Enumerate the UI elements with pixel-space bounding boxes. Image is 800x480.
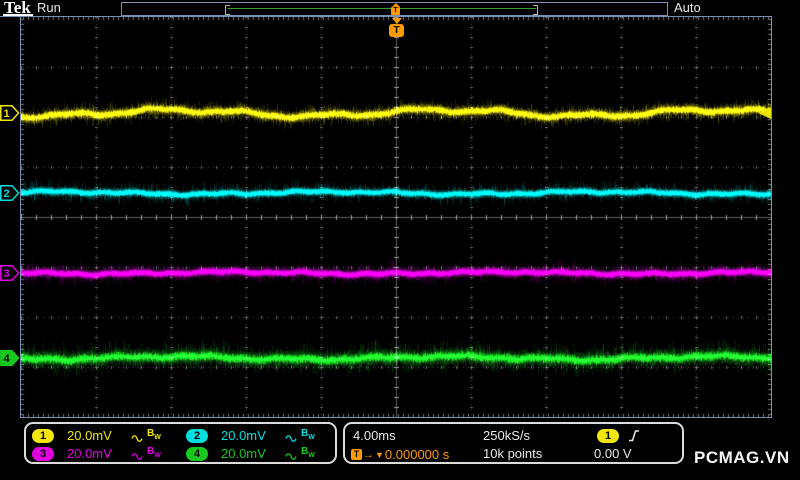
channel-readout-3: 3 20.0mV BW	[32, 446, 161, 461]
acquisition-status: Run	[37, 0, 61, 15]
channel-marker-3: 3	[0, 265, 20, 281]
channel-4-badge: 4	[186, 446, 208, 461]
trigger-position-marker: T	[388, 18, 405, 37]
bandwidth-limit-icon: BW	[301, 445, 315, 459]
channel-4-scale: 20.0mV	[221, 445, 266, 461]
channel-marker-4: 4	[0, 350, 20, 366]
channel-readout-box: 1 20.0mV BW 2 20.0mV BW 3 20.0mV BW 4 20…	[24, 422, 337, 464]
trigger-t-icon: T	[351, 449, 362, 460]
record-length: 10k points	[483, 446, 543, 461]
channel-1-badge: 1	[32, 428, 54, 443]
channel-2-badge: 2	[186, 428, 208, 443]
channel-1-number: 1	[4, 108, 10, 120]
ac-coupling-icon	[131, 452, 143, 460]
channel-readout-2: 2 20.0mV BW	[186, 428, 315, 443]
channel-4-indicators: BW	[285, 445, 315, 461]
ch1-right-edge-arrow-icon	[758, 107, 771, 119]
tek-logo: Tek	[4, 0, 31, 17]
channel-3-badge: 3	[32, 446, 54, 461]
bandwidth-limit-icon: BW	[147, 427, 161, 441]
window-bracket-left-icon	[225, 5, 230, 15]
trigger-position-readout: T → ▼ 0.000000 s	[351, 447, 449, 462]
trigger-mode-label: Auto	[674, 0, 701, 15]
channel-2-number: 2	[4, 188, 10, 200]
ac-coupling-icon	[285, 452, 297, 460]
trigger-t-icon: T	[391, 7, 400, 15]
channel-2-scale: 20.0mV	[221, 427, 266, 443]
sample-rate: 250kS/s	[483, 428, 530, 443]
ac-coupling-icon	[285, 434, 297, 442]
waveform-canvas	[21, 17, 771, 417]
arrow-right-icon: →	[363, 448, 374, 461]
ac-coupling-icon	[131, 434, 143, 442]
horizontal-trigger-readout-box: 4.00ms 250kS/s 1 T → ▼ 0.000000 s 10k po…	[343, 422, 684, 464]
channel-1-indicators: BW	[131, 427, 161, 443]
trigger-position-bar-icon: T	[390, 3, 401, 15]
triangle-down-icon: ▼	[375, 449, 384, 460]
channel-3-indicators: BW	[131, 445, 161, 461]
oscilloscope-screen: Tek Run T Auto T 1 2 3 4 1 20.0mV BW 2 2…	[0, 0, 800, 480]
channel-4-number: 4	[4, 353, 11, 365]
channel-3-number: 3	[4, 268, 10, 280]
channel-readout-4: 4 20.0mV BW	[186, 446, 315, 461]
channel-2-indicators: BW	[285, 427, 315, 443]
channel-marker-1: 1	[0, 105, 20, 121]
rising-edge-icon	[629, 430, 639, 442]
bandwidth-limit-icon: BW	[301, 427, 315, 441]
time-per-div: 4.00ms	[353, 428, 396, 443]
channel-readout-1: 1 20.0mV BW	[32, 428, 161, 443]
record-window-line	[228, 8, 536, 9]
channel-marker-2: 2	[0, 185, 20, 201]
watermark: PCMAG.VN	[694, 448, 790, 467]
trigger-source-badge: 1	[597, 429, 619, 443]
trigger-level: 0.00 V	[594, 446, 632, 461]
channel-3-scale: 20.0mV	[67, 445, 112, 461]
trigger-t-icon: T	[389, 24, 404, 37]
window-bracket-right-icon	[533, 5, 538, 15]
record-position-bar: T	[121, 2, 668, 16]
waveform-display-area	[20, 17, 772, 418]
channel-1-scale: 20.0mV	[67, 427, 112, 443]
bandwidth-limit-icon: BW	[147, 445, 161, 459]
trigger-position-value: 0.000000 s	[384, 447, 450, 462]
